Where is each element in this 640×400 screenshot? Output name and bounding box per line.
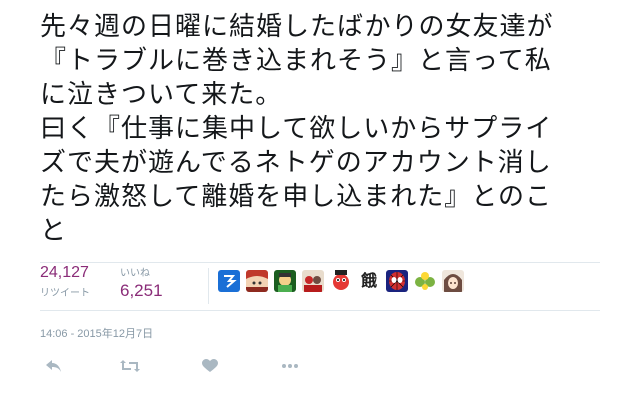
retweet-label: リツイート	[40, 288, 90, 299]
avatar-green-yellow-pattern[interactable]	[414, 270, 436, 292]
tweet-line: と	[40, 216, 68, 246]
tweet-line: 『トラブルに巻き込まれそう』と言って私	[40, 46, 552, 76]
like-stat[interactable]: いいね 6,251	[120, 264, 163, 301]
tweet-line: 曰く『仕事に集中して欲しいからサプライ	[40, 114, 553, 144]
avatar-spiderman[interactable]	[386, 270, 408, 292]
heart-icon	[202, 359, 218, 373]
retweet-count: 24,127	[40, 264, 89, 281]
more-icon	[281, 363, 299, 369]
tweet-stats: 24,127 リツイート いいね 6,251 餓	[40, 264, 600, 310]
like-count: 6,251	[120, 281, 163, 300]
tweet-line: 先々週の日曜に結婚したばかりの女友達が	[40, 12, 554, 42]
avatar-green-character[interactable]	[274, 270, 296, 292]
tweet-line: ズで夫が遊んでるネトゲのアカウント消し	[40, 148, 552, 178]
avatar-anime-red[interactable]	[246, 270, 268, 292]
retweet-stat[interactable]: 24,127 リツイート	[40, 264, 90, 299]
tweet-line: に泣きついて来た。	[40, 80, 283, 110]
retweet-icon	[119, 359, 141, 373]
tweet-text: 先々週の日曜に結婚したばかりの女友達が 『トラブルに巻き込まれそう』と言って私 …	[40, 10, 620, 248]
stats-separator	[208, 268, 209, 304]
avatar-red-group[interactable]	[302, 270, 324, 292]
like-label: いいね	[120, 268, 150, 279]
divider-bottom	[40, 310, 600, 311]
retweet-button[interactable]	[116, 352, 144, 380]
avatar-blue-logo[interactable]	[218, 270, 240, 292]
avatar-anime-brown[interactable]	[442, 270, 464, 292]
avatar-mascot-pink[interactable]	[330, 270, 352, 292]
tweet-actions	[40, 352, 600, 382]
reply-button[interactable]	[40, 352, 68, 380]
more-button[interactable]	[276, 352, 304, 380]
avatar-kanji[interactable]: 餓	[358, 270, 380, 292]
divider-top	[40, 262, 600, 263]
tweet-line: たら激怒して離婚を申し込まれた』とのこ	[40, 182, 552, 212]
tweet-timestamp[interactable]: 14:06 - 2015年12月7日	[40, 325, 153, 341]
reply-icon	[45, 359, 63, 373]
like-button[interactable]	[196, 352, 224, 380]
